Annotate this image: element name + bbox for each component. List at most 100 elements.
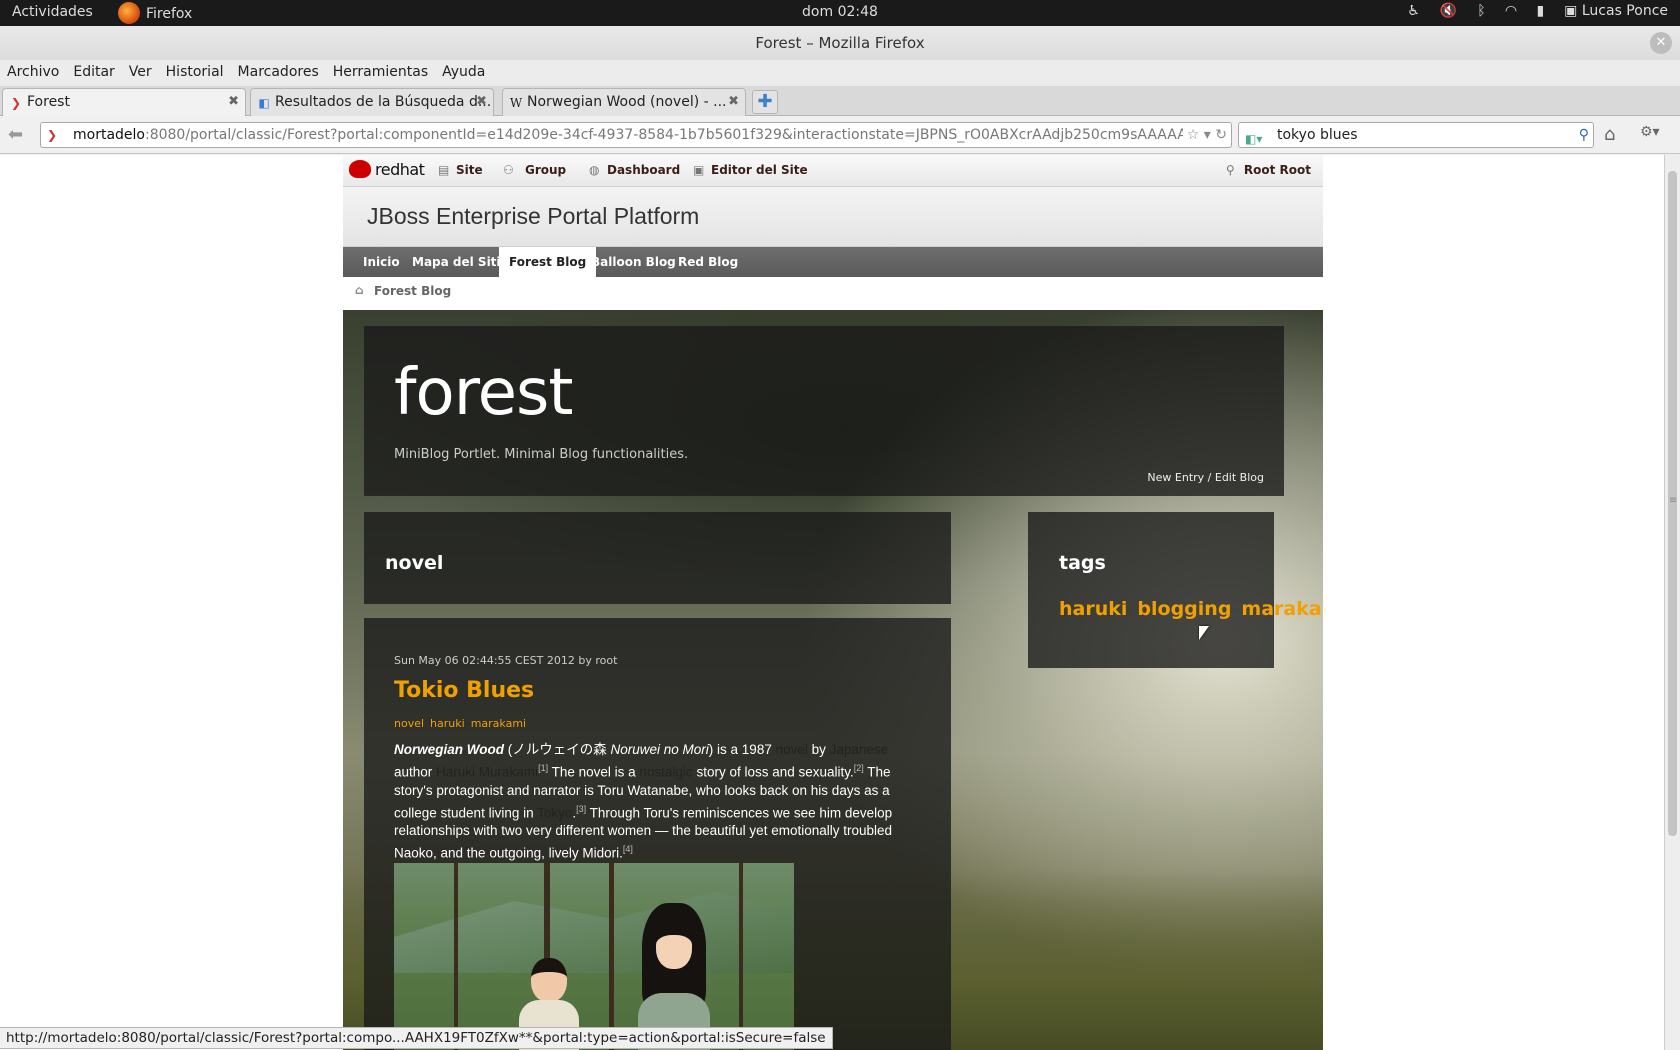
post-title[interactable]: Tokio Blues	[394, 678, 534, 703]
edit-blog-link[interactable]: Edit Blog	[1215, 471, 1264, 484]
navigation-toolbar: ⬅ ❯ mortadelo:8080/portal/classic/Forest…	[0, 116, 1680, 154]
tab-forest[interactable]: ❯ Forest ✖	[2, 88, 246, 117]
toolbar-site[interactable]: ▤ Site	[438, 163, 483, 177]
accessibility-icon[interactable]: ♿	[1407, 3, 1420, 19]
redhat-hat-icon	[349, 160, 371, 178]
tag-link[interactable]: haruki	[1059, 598, 1127, 620]
portal-title: JBoss Enterprise Portal Platform	[367, 203, 700, 229]
user-icon: ▣	[1564, 3, 1582, 19]
user-name: Lucas Ponce	[1581, 3, 1668, 19]
page-icon: ❯	[10, 96, 22, 110]
post-tags: novel haruki marakami	[394, 717, 532, 730]
reload-icon[interactable]: ↻	[1215, 127, 1227, 143]
app-menu-label: Firefox	[146, 6, 193, 22]
body-link[interactable]: Haruki Murakami	[436, 765, 538, 780]
tag-link[interactable]: blogging	[1137, 598, 1231, 620]
menu-ayuda[interactable]: Ayuda	[442, 60, 492, 86]
portal-banner: JBoss Enterprise Portal Platform	[343, 187, 1323, 247]
home-icon[interactable]: ⌂	[1604, 124, 1615, 145]
volume-icon[interactable]: 🔇	[1440, 3, 1457, 19]
tab-label: Norwegian Wood (novel) - ...	[527, 94, 727, 110]
menu-herramientas[interactable]: Herramientas	[333, 60, 435, 86]
tab-strip: ❯ Forest ✖ ◧ Resultados de la Búsqueda d…	[0, 86, 1680, 117]
search-engine-icon[interactable]: ◧▾	[1245, 127, 1262, 151]
close-tab-icon[interactable]: ✖	[228, 94, 239, 109]
menu-archivo[interactable]: Archivo	[7, 60, 66, 86]
footnote-ref[interactable]: [1]	[538, 763, 548, 773]
tag-link[interactable]: marakami	[1241, 598, 1323, 620]
window-close-icon[interactable]: ✕	[1650, 32, 1672, 54]
wifi-icon[interactable]: ◜◝	[1506, 3, 1517, 19]
search-icon[interactable]: ⚲	[1579, 123, 1589, 147]
close-tab-icon[interactable]: ✖	[476, 94, 487, 109]
tools-menu-icon[interactable]: ⚙▾	[1640, 124, 1660, 140]
breadcrumb: ⌂ Forest Blog	[343, 277, 1323, 305]
url-path: :8080/portal/classic/Forest?portal:compo…	[144, 127, 1198, 143]
tags-heading: tags	[1059, 552, 1106, 574]
redhat-logo[interactable]: redhat	[349, 160, 425, 179]
status-bar: http://mortadelo:8080/portal/classic/For…	[0, 1027, 833, 1049]
url-bar[interactable]: ❯ mortadelo:8080/portal/classic/Forest?p…	[40, 122, 1232, 148]
menu-bar: Archivo Editar Ver Historial Marcadores …	[0, 60, 1680, 86]
post-image	[394, 863, 794, 1050]
activities-button[interactable]: Actividades	[12, 4, 93, 20]
group-icon: ⚇	[503, 163, 514, 177]
site-icon: ▤	[438, 163, 450, 177]
vertical-scrollbar[interactable]: ≡	[1664, 155, 1680, 1050]
toolbar-site-editor[interactable]: ▣ Editor del Site	[693, 163, 808, 177]
back-arrow-icon[interactable]: ⬅	[8, 124, 23, 145]
post-meta: Sun May 06 02:44:55 CEST 2012 by root	[394, 654, 618, 667]
toolbar-group[interactable]: ⚇ Group	[503, 163, 566, 177]
post-tag-link[interactable]: haruki	[430, 717, 465, 730]
url-host: mortadelo	[73, 127, 145, 143]
menu-ver[interactable]: Ver	[129, 60, 159, 86]
post-tag-link[interactable]: marakami	[471, 717, 526, 730]
wikipedia-icon: W	[509, 96, 523, 110]
menu-historial[interactable]: Historial	[166, 60, 231, 86]
bluetooth-icon[interactable]: ᛒ	[1477, 3, 1485, 19]
nav-red-blog[interactable]: Red Blog	[668, 247, 748, 277]
tags-panel: tags harukibloggingmarakaminovel	[1028, 512, 1323, 668]
body-link[interactable]: Tokyo	[537, 805, 572, 820]
home-icon[interactable]: ⌂	[355, 283, 364, 297]
site-identity-icon[interactable]: ❯	[47, 127, 63, 143]
close-tab-icon[interactable]: ✖	[728, 94, 739, 109]
tab-search-results[interactable]: ◧ Resultados de la Búsqueda d... ✖	[250, 88, 494, 116]
search-input[interactable]: tokyo blues	[1277, 127, 1358, 143]
post-tag-link[interactable]: novel	[394, 717, 424, 730]
menu-marcadores[interactable]: Marcadores	[238, 60, 326, 86]
new-tab-button[interactable]: ✚	[752, 90, 778, 114]
body-link[interactable]: novel	[776, 742, 808, 757]
footnote-ref[interactable]: [3]	[576, 804, 586, 814]
user-menu[interactable]: ▣ Lucas Ponce	[1564, 3, 1668, 19]
history-dropdown-icon[interactable]: ▾	[1204, 127, 1211, 143]
toolbar-dashboard[interactable]: ◍ Dashboard	[589, 163, 680, 177]
blog-header: forest MiniBlog Portlet. Minimal Blog fu…	[364, 326, 1284, 496]
firefox-icon	[118, 2, 140, 24]
blog-portlet: forest MiniBlog Portlet. Minimal Blog fu…	[343, 310, 1323, 1050]
tab-label: Forest	[27, 94, 70, 110]
post-body: Norwegian Wood (ノルウェイの森 Noruwei no Mori)…	[394, 742, 893, 861]
category-heading: novel	[385, 552, 444, 574]
body-link[interactable]: Japanese	[830, 742, 889, 757]
dashboard-icon: ◍	[589, 163, 600, 177]
blog-subtitle: MiniBlog Portlet. Minimal Blog functiona…	[394, 447, 689, 462]
page-viewport: redhat ▤ Site ⚇ Group ◍ Dashboard ▣ Editor d…	[0, 155, 1664, 1050]
system-top-bar: Actividades Firefox dom 02:48 ♿ 🔇 ᛒ ◜◝ ▮…	[0, 0, 1680, 26]
breadcrumb-current: Forest Blog	[374, 284, 452, 298]
battery-icon[interactable]: ▮	[1536, 3, 1544, 19]
system-tray: ♿ 🔇 ᛒ ◜◝ ▮ ▣ Lucas Ponce	[1407, 3, 1668, 19]
search-bar[interactable]: ◧▾ tokyo blues ⚲	[1238, 122, 1594, 148]
footnote-ref[interactable]: [4]	[623, 844, 633, 854]
menu-editar[interactable]: Editar	[73, 60, 121, 86]
app-menu[interactable]: Firefox	[118, 2, 193, 24]
window-titlebar: Forest – Mozilla Firefox ✕	[0, 26, 1680, 60]
tab-label: Resultados de la Búsqueda d...	[275, 94, 492, 110]
tab-norwegian-wood[interactable]: W Norwegian Wood (novel) - ... ✖	[502, 88, 746, 116]
toolbar-user[interactable]: ⚲ Root Root	[1226, 163, 1311, 177]
new-entry-link[interactable]: New Entry	[1147, 471, 1204, 484]
bookmark-star-icon[interactable]: ☆	[1187, 127, 1200, 143]
footnote-ref[interactable]: [2]	[854, 763, 864, 773]
body-link[interactable]: nostalgic	[639, 765, 692, 780]
category-panel: novel	[364, 512, 951, 604]
